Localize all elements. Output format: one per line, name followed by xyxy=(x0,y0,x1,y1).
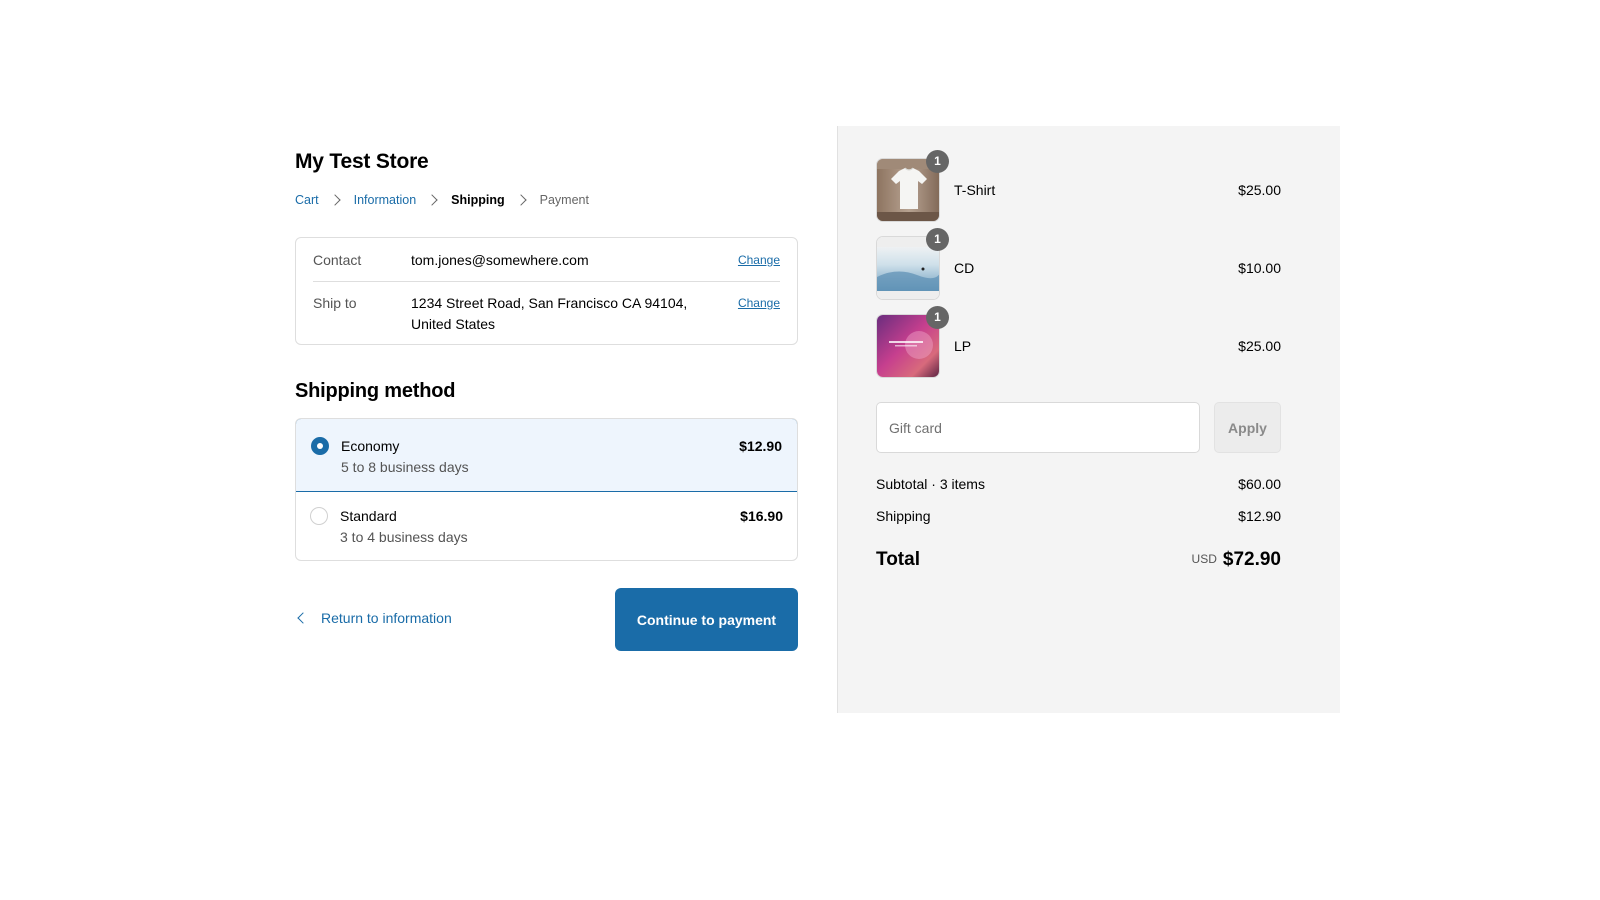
subtotal-label: Subtotal · 3 items xyxy=(876,476,985,492)
shipping-method-title: Shipping method xyxy=(295,380,456,402)
breadcrumb-payment: Payment xyxy=(539,193,589,207)
review-block: Contact tom.jones@somewhere.com Change S… xyxy=(295,237,798,345)
cart-item: 1 CD $10.00 xyxy=(876,228,1281,300)
checkout-page: My Test Store Cart Information Shipping … xyxy=(0,0,1600,900)
shipping-cost-label: Shipping xyxy=(876,508,931,524)
breadcrumb-cart[interactable]: Cart xyxy=(295,193,319,207)
total-label: Total xyxy=(876,549,920,570)
contact-value: tom.jones@somewhere.com xyxy=(411,252,589,268)
shipping-option-price: $16.90 xyxy=(740,508,783,524)
change-ship-to-link[interactable]: Change xyxy=(738,296,780,310)
cart-item-name: LP xyxy=(954,338,972,354)
ship-to-label: Ship to xyxy=(313,295,357,311)
total-amount: USD $72.90 xyxy=(1192,549,1281,571)
shipping-option-standard[interactable]: Standard 3 to 4 business days $16.90 xyxy=(296,490,797,560)
quantity-badge: 1 xyxy=(926,306,949,329)
return-to-information-label: Return to information xyxy=(321,610,452,626)
apply-gift-card-button[interactable]: Apply xyxy=(1214,402,1281,453)
breadcrumb-information[interactable]: Information xyxy=(354,193,417,207)
chevron-right-icon xyxy=(426,194,438,206)
review-contact-row: Contact tom.jones@somewhere.com Change xyxy=(313,252,780,282)
radio-button-checked[interactable] xyxy=(311,437,329,455)
shipping-cost-value: $12.90 xyxy=(1238,508,1281,524)
shipping-option-name: Standard xyxy=(340,508,397,524)
shipping-option-economy[interactable]: Economy 5 to 8 business days $12.90 xyxy=(296,419,797,492)
total-value: $72.90 xyxy=(1222,549,1281,570)
chevron-right-icon xyxy=(328,194,341,206)
cart-item-price: $10.00 xyxy=(1238,260,1281,276)
contact-label: Contact xyxy=(313,252,362,268)
chevron-left-icon xyxy=(297,612,309,624)
store-name[interactable]: My Test Store xyxy=(295,150,429,174)
currency-code: USD xyxy=(1191,552,1217,566)
gift-card-input[interactable] xyxy=(876,402,1200,453)
breadcrumb-shipping: Shipping xyxy=(451,193,505,207)
subtotal-value: $60.00 xyxy=(1238,476,1281,492)
continue-to-payment-button[interactable]: Continue to payment xyxy=(615,588,798,651)
shipping-option-price: $12.90 xyxy=(739,438,782,454)
shipping-option-description: 3 to 4 business days xyxy=(340,529,468,545)
breadcrumb: Cart Information Shipping Payment xyxy=(295,193,589,207)
cart-item-price: $25.00 xyxy=(1238,182,1281,198)
chevron-right-icon xyxy=(514,194,527,206)
change-contact-link[interactable]: Change xyxy=(738,253,780,267)
shipping-method-list: Economy 5 to 8 business days $12.90 Stan… xyxy=(295,418,798,561)
quantity-badge: 1 xyxy=(926,228,949,251)
ship-to-value: 1234 Street Road, San Francisco CA 94104… xyxy=(411,295,688,332)
cart-item-name: CD xyxy=(954,260,975,276)
radio-button[interactable] xyxy=(310,507,328,525)
cart-item: 1 LP $25.00 xyxy=(876,306,1281,378)
cart-item-name: T-Shirt xyxy=(954,182,996,198)
order-summary: 1 T-Shirt $25.00 1 CD $10.00 1 LP $25.00… xyxy=(837,126,1340,713)
shipping-option-description: 5 to 8 business days xyxy=(341,459,469,475)
cart-item: 1 T-Shirt $25.00 xyxy=(876,150,1281,222)
return-to-information-link[interactable]: Return to information xyxy=(295,610,452,626)
cart-item-price: $25.00 xyxy=(1238,338,1281,354)
shipping-option-name: Economy xyxy=(341,438,400,454)
quantity-badge: 1 xyxy=(926,150,949,173)
